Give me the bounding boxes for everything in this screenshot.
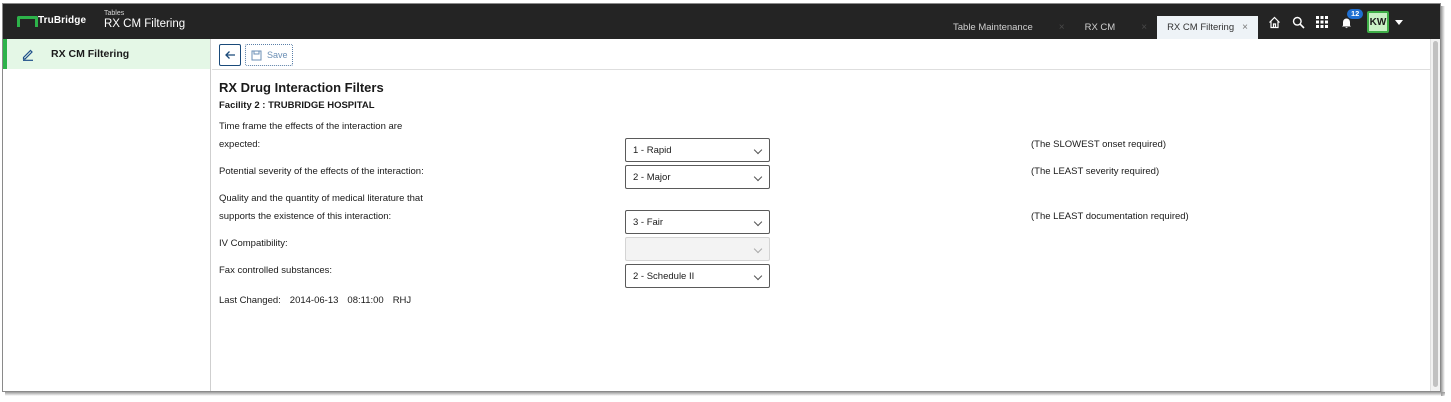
timeframe-label: Time frame the effects of the interactio…	[219, 121, 403, 150]
avatar[interactable]: KW	[1367, 11, 1389, 33]
tab-strip: Table Maintenance × RX CM × RX CM Filter…	[943, 16, 1258, 39]
chevron-down-icon	[753, 244, 763, 254]
tab-table-maintenance[interactable]: Table Maintenance ×	[943, 16, 1075, 39]
home-icon[interactable]	[1267, 15, 1281, 29]
toolbar: Save	[212, 39, 1430, 70]
arrow-left-icon	[225, 51, 235, 59]
chevron-down-icon	[753, 271, 763, 281]
tab-rx-cm[interactable]: RX CM ×	[1075, 16, 1157, 39]
chevron-down-icon[interactable]	[1395, 19, 1403, 25]
iv-compatibility-label: IV Compatibility:	[219, 238, 288, 249]
brand-name: TruBridge	[38, 15, 87, 26]
pencil-icon	[21, 47, 35, 61]
sidebar: RX CM Filtering	[3, 39, 211, 391]
save-label: Save	[267, 50, 288, 60]
close-icon[interactable]: ×	[1059, 22, 1065, 33]
onset-note: (The SLOWEST onset required)	[1031, 139, 1166, 150]
save-icon	[251, 50, 262, 60]
documentation-label: Quality and the quantity of medical lite…	[219, 193, 423, 222]
documentation-select[interactable]: 3 - Fair	[625, 210, 770, 234]
last-changed-date: 2014-06-13	[289, 295, 339, 306]
window-shadow-right	[1441, 6, 1445, 396]
tab-rx-cm-filtering[interactable]: RX CM Filtering ×	[1157, 16, 1258, 39]
top-bar: TruBridge Tables RX CM Filtering Table M…	[3, 4, 1440, 39]
severity-select[interactable]: 2 - Major	[625, 165, 770, 189]
apps-grid-icon[interactable]	[1315, 15, 1329, 29]
close-icon[interactable]: ×	[1141, 22, 1147, 33]
main-content: Save RX Drug Interaction Filters Facilit…	[212, 39, 1430, 391]
brand-logo[interactable]: TruBridge	[17, 15, 87, 27]
chevron-down-icon	[753, 217, 763, 227]
severity-label: Potential severity of the effects of the…	[219, 166, 424, 177]
breadcrumb-parent[interactable]: Tables	[104, 10, 185, 17]
tab-label: RX CM Filtering	[1167, 22, 1235, 33]
last-changed-label: Last Changed:	[219, 295, 281, 306]
tab-label: RX CM	[1084, 22, 1116, 33]
trubridge-logo-icon	[17, 15, 38, 27]
notifications-button[interactable]: 12	[1339, 9, 1364, 29]
fax-controlled-label: Fax controlled substances:	[219, 265, 333, 276]
tab-label: Table Maintenance	[953, 22, 1033, 33]
save-button[interactable]: Save	[245, 44, 293, 66]
search-icon[interactable]	[1291, 15, 1305, 29]
vertical-scrollbar[interactable]	[1430, 39, 1440, 391]
app-window: TruBridge Tables RX CM Filtering Table M…	[2, 3, 1441, 392]
chevron-down-icon	[753, 145, 763, 155]
notification-badge: 12	[1347, 9, 1364, 20]
close-icon[interactable]: ×	[1242, 22, 1248, 33]
severity-note: (The LEAST severity required)	[1031, 166, 1160, 177]
scrollbar-thumb[interactable]	[1433, 41, 1438, 387]
iv-compatibility-select	[625, 237, 770, 261]
last-changed-user: RHJ	[392, 295, 412, 306]
last-changed: Last Changed: 2014-06-13 08:11:00 RHJ	[219, 295, 411, 306]
header-icons: 12 KW	[1267, 9, 1403, 33]
documentation-note: (The LEAST documentation required)	[1031, 211, 1189, 222]
sidebar-item-rx-cm-filtering[interactable]: RX CM Filtering	[3, 39, 210, 69]
last-changed-time: 08:11:00	[347, 295, 384, 306]
onset-select[interactable]: 1 - Rapid	[625, 138, 770, 162]
window-shadow-bottom	[5, 392, 1445, 396]
chevron-down-icon	[753, 172, 763, 182]
back-button[interactable]	[219, 44, 241, 66]
form-title: RX Drug Interaction Filters	[219, 80, 384, 95]
fax-controlled-select[interactable]: 2 - Schedule II	[625, 264, 770, 288]
breadcrumb: Tables RX CM Filtering	[104, 10, 185, 31]
page-title: RX CM Filtering	[104, 18, 186, 30]
facility-label: Facility 2 : TRUBRIDGE HOSPITAL	[219, 100, 375, 111]
sidebar-item-label: RX CM Filtering	[51, 48, 130, 60]
